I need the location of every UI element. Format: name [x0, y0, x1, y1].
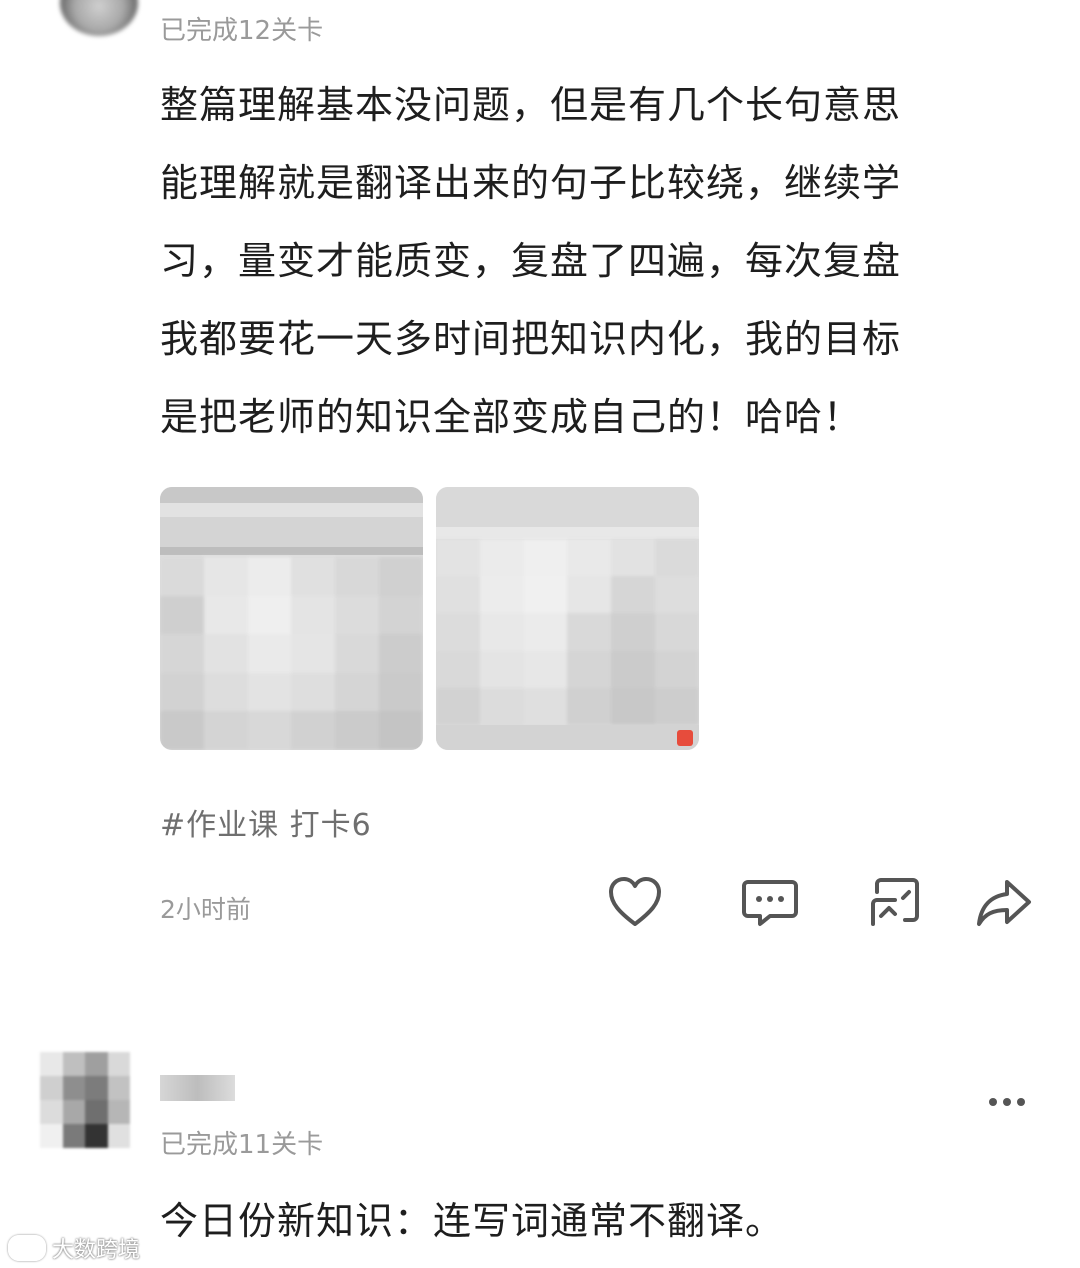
- share-button[interactable]: [973, 872, 1033, 932]
- app-badge-icon: [677, 730, 693, 746]
- level-status: 已完成11关卡: [160, 1130, 324, 1160]
- post-body-line: 能理解就是翻译出来的句子比较绕，继续学: [160, 161, 902, 205]
- repost-icon: [871, 878, 919, 926]
- watermark: 大数跨境: [8, 1232, 140, 1264]
- more-dot-icon: [989, 1098, 997, 1106]
- post-body: 今日份新知识：连写词通常不翻译。: [160, 1199, 785, 1243]
- watermark-text: 大数跨境: [52, 1238, 141, 1263]
- level-status: 已完成12关卡: [160, 16, 324, 46]
- like-button[interactable]: [605, 872, 665, 932]
- hashtag-link[interactable]: #作业课 打卡6: [160, 800, 372, 844]
- more-dot-icon: [1003, 1098, 1011, 1106]
- post-body-line: 是把老师的知识全部变成自己的！哈哈！: [160, 395, 863, 439]
- post-body-line: 整篇理解基本没问题，但是有几个长句意思: [160, 83, 902, 127]
- post-body-line: 我都要花一天多时间把知识内化，我的目标: [160, 317, 902, 361]
- post-image-2[interactable]: [436, 487, 699, 750]
- avatar[interactable]: [40, 1052, 130, 1148]
- repost-button[interactable]: [867, 872, 927, 932]
- username-blurred[interactable]: [160, 1075, 235, 1101]
- comment-icon: [742, 880, 798, 926]
- post-body: 整篇理解基本没问题，但是有几个长句意思 能理解就是翻译出来的句子比较绕，继续学 …: [160, 66, 1030, 456]
- more-options-button[interactable]: [989, 1098, 1025, 1106]
- more-dot-icon: [1017, 1098, 1025, 1106]
- heart-icon: [609, 877, 661, 926]
- share-icon: [977, 880, 1031, 926]
- post-image-1[interactable]: [160, 487, 423, 750]
- post-time: 2小时前: [160, 895, 251, 924]
- watermark-logo-icon: [8, 1235, 46, 1261]
- post-body-line: 习，量变才能质变，复盘了四遍，每次复盘: [160, 239, 902, 283]
- avatar[interactable]: [60, 0, 138, 36]
- comment-button[interactable]: [740, 872, 800, 932]
